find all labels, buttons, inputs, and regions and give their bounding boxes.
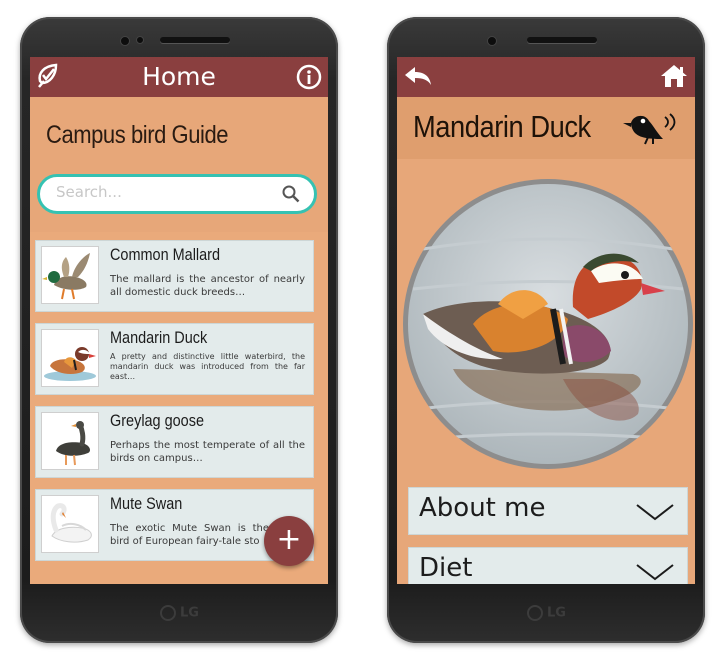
app-header: Home [30,57,328,97]
section-label: Diet [419,553,473,583]
chevron-down-icon[interactable] [635,502,675,526]
add-bird-button[interactable]: + [264,516,314,566]
bird-name: Greylag goose [110,411,204,430]
phone-frame-right: Mandarin Duck About me Diet LG [387,17,705,643]
mute-swan-image [41,495,99,553]
bird-name-title: Mandarin Duck [413,109,591,144]
bird-call-icon[interactable] [623,111,679,149]
home-screen: Home Campus bird Guide Search... Common … [30,57,328,584]
greylag-goose-image [41,412,99,470]
list-item[interactable]: Mandarin Duck A pretty and distinctive l… [35,323,314,395]
chevron-down-icon[interactable] [635,562,675,584]
front-camera [120,36,130,46]
page-title: Campus bird Guide [46,121,229,149]
accordion-diet[interactable]: Diet [408,547,688,584]
bird-photo [403,179,693,469]
home-icon[interactable] [659,63,689,93]
back-arrow-icon[interactable] [403,65,433,91]
brand-logo: LG [160,605,199,621]
list-item[interactable]: Common Mallard The mallard is the ancest… [35,240,314,312]
header-title: Home [142,62,216,91]
bird-name: Mandarin Duck [110,328,208,347]
detail-screen: Mandarin Duck About me Diet [397,57,695,584]
speaker-grille [527,37,597,43]
sensor [136,36,144,44]
speaker-grille [160,37,230,43]
mandarin-image [41,329,99,387]
search-input[interactable] [54,182,278,202]
section-label: About me [419,493,546,523]
bird-description: Perhaps the most temperate of all the bi… [110,440,305,464]
mallard-image [41,246,99,304]
bird-description: The exotic Mute Swan is the bird of Euro… [110,523,269,547]
phone-frame-left: Home Campus bird Guide Search... Common … [20,17,338,643]
search-bar [37,174,317,214]
brand-logo: LG [527,605,566,621]
app-header [397,57,695,97]
title-bar: Mandarin Duck [397,97,695,159]
accordion-about-me[interactable]: About me [408,487,688,535]
bird-name: Mute Swan [110,494,183,513]
bird-name: Common Mallard [110,245,221,264]
info-icon[interactable] [296,64,322,94]
bird-list: Common Mallard The mallard is the ancest… [30,232,328,584]
list-item[interactable]: Greylag goose Perhaps the most temperate… [35,406,314,478]
front-camera [487,36,497,46]
bird-description: The mallard is the ancestor of nearly al… [110,274,305,298]
search-icon[interactable] [282,185,300,207]
bird-description: A pretty and distinctive little waterbir… [110,352,305,381]
